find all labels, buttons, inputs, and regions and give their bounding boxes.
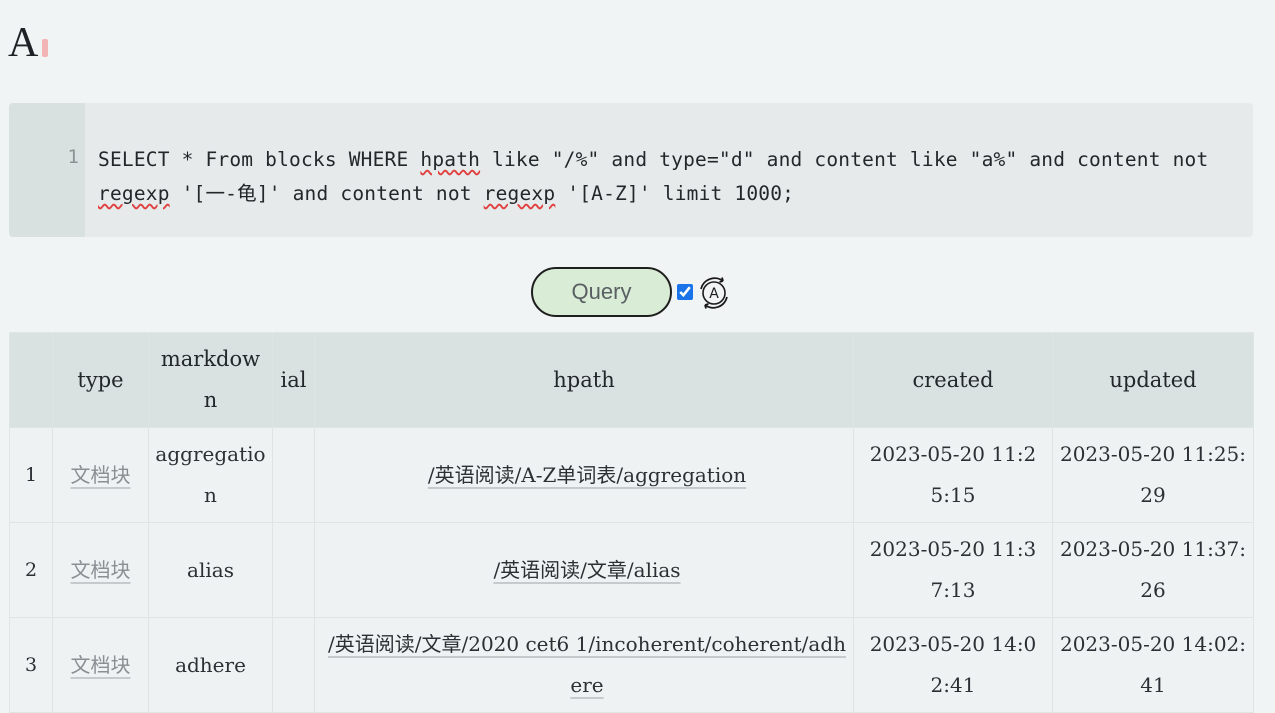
hpath-cell: /英语阅读/文章/alias [314, 522, 854, 618]
updated-cell: 2023-05-20 11:25:29 [1052, 427, 1254, 523]
document-title-text[interactable]: A [8, 20, 38, 66]
sql-part-4: '[A-Z]' limit 1000; [555, 182, 795, 205]
table-row: 3 文档块 adhere /英语阅读/文章/2020 cet6 1/incohe… [9, 617, 1254, 713]
sql-part-3: '[一-龟]' and content not [169, 182, 484, 205]
header-ial: ial [272, 332, 315, 428]
line-number: 1 [67, 146, 79, 168]
results-table: type markdown ial hpath created updated … [9, 332, 1254, 713]
table-row: 1 文档块 aggregation /英语阅读/A-Z单词表/aggregati… [9, 427, 1254, 523]
ial-cell [272, 617, 315, 713]
auto-query-checkbox[interactable] [677, 284, 693, 300]
updated-cell: 2023-05-20 14:02:41 [1052, 617, 1254, 713]
block-type-link[interactable]: 文档块 [71, 463, 131, 487]
hpath-cell: /英语阅读/文章/2020 cet6 1/incoherent/coherent… [314, 617, 854, 713]
auto-refresh-a-icon[interactable]: A [696, 275, 732, 311]
ial-cell [272, 522, 315, 618]
table-row: 2 文档块 alias /英语阅读/文章/alias 2023-05-20 11… [9, 522, 1254, 618]
sql-part-1: SELECT * From blocks WHERE [98, 148, 421, 171]
type-cell: 文档块 [52, 427, 149, 523]
header-created: created [853, 332, 1053, 428]
row-number: 2 [9, 522, 53, 618]
header-rownum [9, 332, 53, 428]
created-cell: 2023-05-20 11:25:15 [853, 427, 1053, 523]
sql-part-2: like "/%" and type="d" and content like … [480, 148, 1221, 171]
ial-cell [272, 427, 315, 523]
query-toolbar: Query A [0, 266, 1275, 318]
updated-cell: 2023-05-20 11:37:26 [1052, 522, 1254, 618]
text-cursor [42, 39, 49, 57]
type-cell: 文档块 [52, 522, 149, 618]
type-cell: 文档块 [52, 617, 149, 713]
block-type-link[interactable]: 文档块 [71, 558, 131, 582]
markdown-cell: alias [148, 522, 273, 618]
markdown-cell: adhere [148, 617, 273, 713]
line-number-gutter: 1 [9, 103, 85, 237]
created-cell: 2023-05-20 14:02:41 [853, 617, 1053, 713]
svg-text:A: A [709, 286, 719, 302]
header-markdown: markdown [148, 332, 273, 428]
markdown-cell: aggregation [148, 427, 273, 523]
hpath-link[interactable]: /英语阅读/A-Z单词表/aggregation [428, 463, 746, 487]
spellcheck-word-regexp-2: regexp [483, 182, 556, 205]
table-header-row: type markdown ial hpath created updated [9, 332, 1254, 428]
hpath-link[interactable]: /英语阅读/文章/2020 cet6 1/incoherent/coherent… [328, 632, 846, 697]
header-hpath: hpath [314, 332, 854, 428]
sql-query-text[interactable]: SELECT * From blocks WHERE hpath like "/… [98, 143, 1239, 211]
row-number: 3 [9, 617, 53, 713]
hpath-cell: /英语阅读/A-Z单词表/aggregation [314, 427, 854, 523]
created-cell: 2023-05-20 11:37:13 [853, 522, 1053, 618]
query-button[interactable]: Query [531, 267, 672, 317]
document-title[interactable]: A [8, 16, 49, 66]
spellcheck-word-regexp-1: regexp [98, 182, 170, 205]
row-number: 1 [9, 427, 53, 523]
header-updated: updated [1052, 332, 1254, 428]
spellcheck-word-hpath: hpath [420, 148, 481, 171]
header-type: type [52, 332, 149, 428]
hpath-link[interactable]: /英语阅读/文章/alias [493, 558, 680, 582]
sql-code-block[interactable]: 1 SELECT * From blocks WHERE hpath like … [9, 103, 1253, 237]
block-type-link[interactable]: 文档块 [71, 653, 131, 677]
